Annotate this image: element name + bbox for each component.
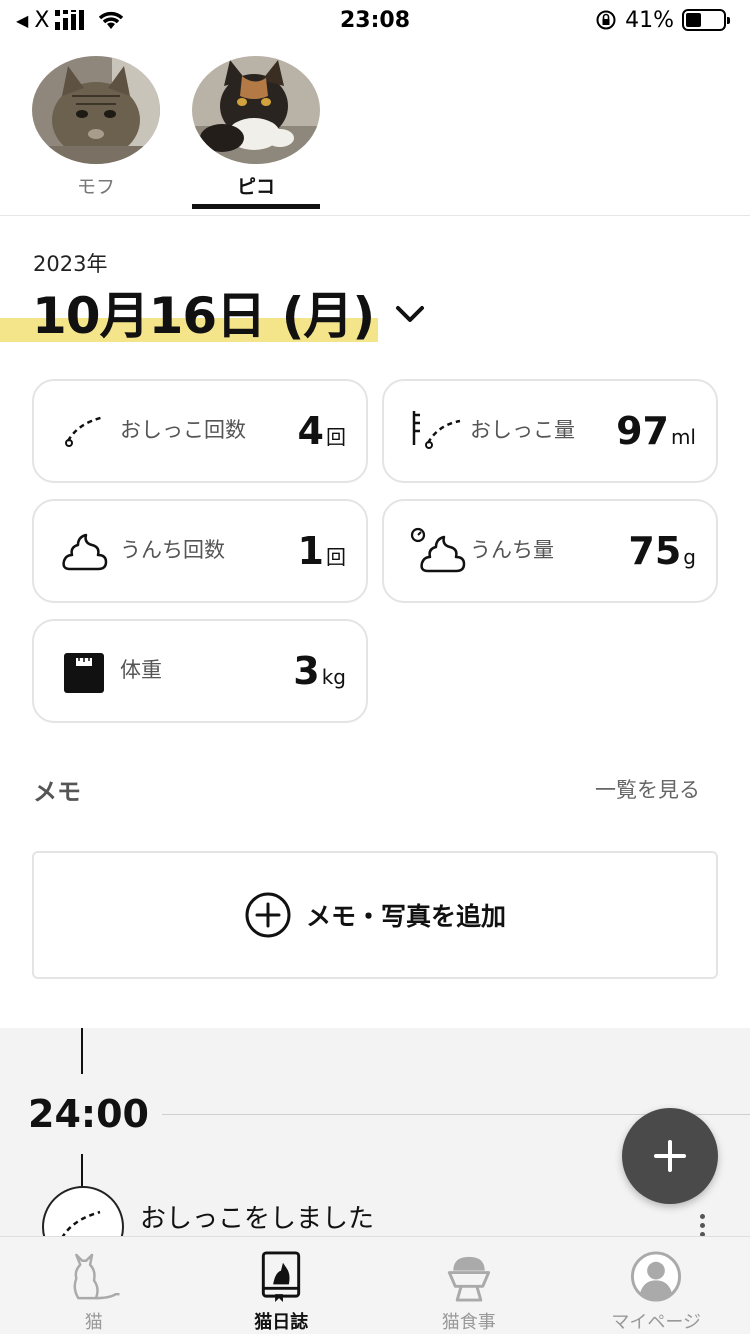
weight-card[interactable]: 体重 3 kg [32, 619, 368, 723]
food-bowl-icon [447, 1256, 490, 1302]
year-label: 2023年 [33, 252, 108, 276]
cat-tab-mofu[interactable]: モフ [32, 56, 160, 199]
cat-name-piko: ピコ [236, 176, 275, 198]
diary-icon [262, 1251, 301, 1303]
chevron-down-icon[interactable] [392, 296, 428, 332]
poop-count-value: 1 回 [298, 501, 346, 601]
pee-icon [59, 1210, 101, 1238]
date-title[interactable]: 10月16日 (月) [32, 276, 375, 348]
status-right: 41% [595, 7, 730, 33]
nav-label-cat: 猫 [84, 1312, 103, 1333]
plus-icon [654, 1140, 686, 1172]
nav-label-food: 猫食事 [441, 1312, 496, 1333]
pee-count-card[interactable]: おしっこ回数 4 回 [32, 379, 368, 483]
nav-label-mypage: マイページ [611, 1312, 702, 1333]
add-circle-icon [245, 892, 291, 938]
status-left: ◀ X [16, 8, 216, 33]
weight-number: 3 [293, 649, 320, 693]
back-arrow-icon[interactable]: ◀ [16, 11, 28, 30]
add-memo-button[interactable]: メモ・写真を追加 [32, 851, 718, 979]
cat-tabs: モフ ピコ [0, 48, 750, 216]
poop-icon [62, 533, 108, 571]
pee-amount-unit: ml [670, 425, 696, 449]
bottom-nav: 猫 猫日誌 猫食事 マイページ [0, 1236, 750, 1334]
poop-amount-unit: g [683, 545, 696, 569]
timeline-event-text[interactable]: おしっこをしました [140, 1198, 374, 1235]
pee-amount-label: おしっこ量 [470, 418, 575, 443]
pee-measure-icon [412, 411, 461, 449]
poop-amount-value: 75 g [628, 501, 696, 601]
cat-name-mofu: モフ [76, 176, 115, 198]
pee-amount-number: 97 [616, 409, 669, 453]
nav-item-cat[interactable]: 猫 [0, 1237, 188, 1334]
weight-unit: kg [321, 665, 346, 689]
pee-amount-value: 97 ml [616, 381, 696, 481]
poop-amount-label: うんち量 [470, 538, 554, 563]
pee-icon [65, 415, 105, 447]
active-tab-indicator [192, 204, 320, 209]
pee-count-unit: 回 [326, 425, 346, 449]
battery-percent: 41% [625, 7, 674, 33]
nav-item-diary[interactable]: 猫日誌 [188, 1237, 376, 1334]
timeline-event-icon-circle [42, 1186, 124, 1238]
timeline-connector [81, 1154, 83, 1188]
nav-item-mypage[interactable]: マイページ [563, 1237, 750, 1334]
battery-icon [682, 9, 730, 31]
rotation-lock-icon [596, 10, 616, 30]
memo-view-all-link[interactable]: 一覧を見る [595, 774, 700, 804]
scale-icon [64, 653, 104, 693]
weight-label: 体重 [120, 658, 162, 683]
nav-label-diary: 猫日誌 [254, 1312, 309, 1333]
pee-count-value: 4 回 [298, 381, 346, 481]
timeline-connector [81, 1028, 83, 1074]
signal-icon [55, 10, 85, 30]
battery-fill [686, 13, 701, 27]
nav-item-food[interactable]: 猫食事 [375, 1237, 563, 1334]
cat-tab-piko[interactable]: ピコ [192, 56, 320, 199]
status-bar: ◀ X 23:08 41% [0, 0, 750, 40]
pee-amount-card[interactable]: おしっこ量 97 ml [382, 379, 718, 483]
wifi-icon [99, 11, 124, 29]
add-record-fab[interactable] [622, 1108, 718, 1204]
weight-value: 3 kg [293, 621, 346, 721]
cat-icon [73, 1253, 120, 1300]
poop-count-number: 1 [297, 529, 324, 573]
cat-avatar-mofu [32, 56, 160, 164]
poop-amount-card[interactable]: うんち量 75 g [382, 499, 718, 603]
timeline-time: 24:00 [28, 1092, 149, 1136]
carrier-label: X [34, 7, 50, 33]
add-memo-label: メモ・写真を追加 [305, 902, 506, 931]
poop-count-card[interactable]: うんち回数 1 回 [32, 499, 368, 603]
cat-avatar-piko [192, 56, 320, 164]
pee-count-number: 4 [297, 409, 324, 453]
poop-measure-icon [410, 527, 466, 573]
poop-count-unit: 回 [326, 545, 346, 569]
poop-amount-number: 75 [628, 529, 682, 573]
memo-title: メモ [33, 778, 81, 806]
poop-count-label: うんち回数 [120, 538, 225, 563]
more-options-icon[interactable] [697, 1214, 707, 1238]
pee-count-label: おしっこ回数 [120, 418, 246, 443]
user-icon [631, 1251, 682, 1302]
